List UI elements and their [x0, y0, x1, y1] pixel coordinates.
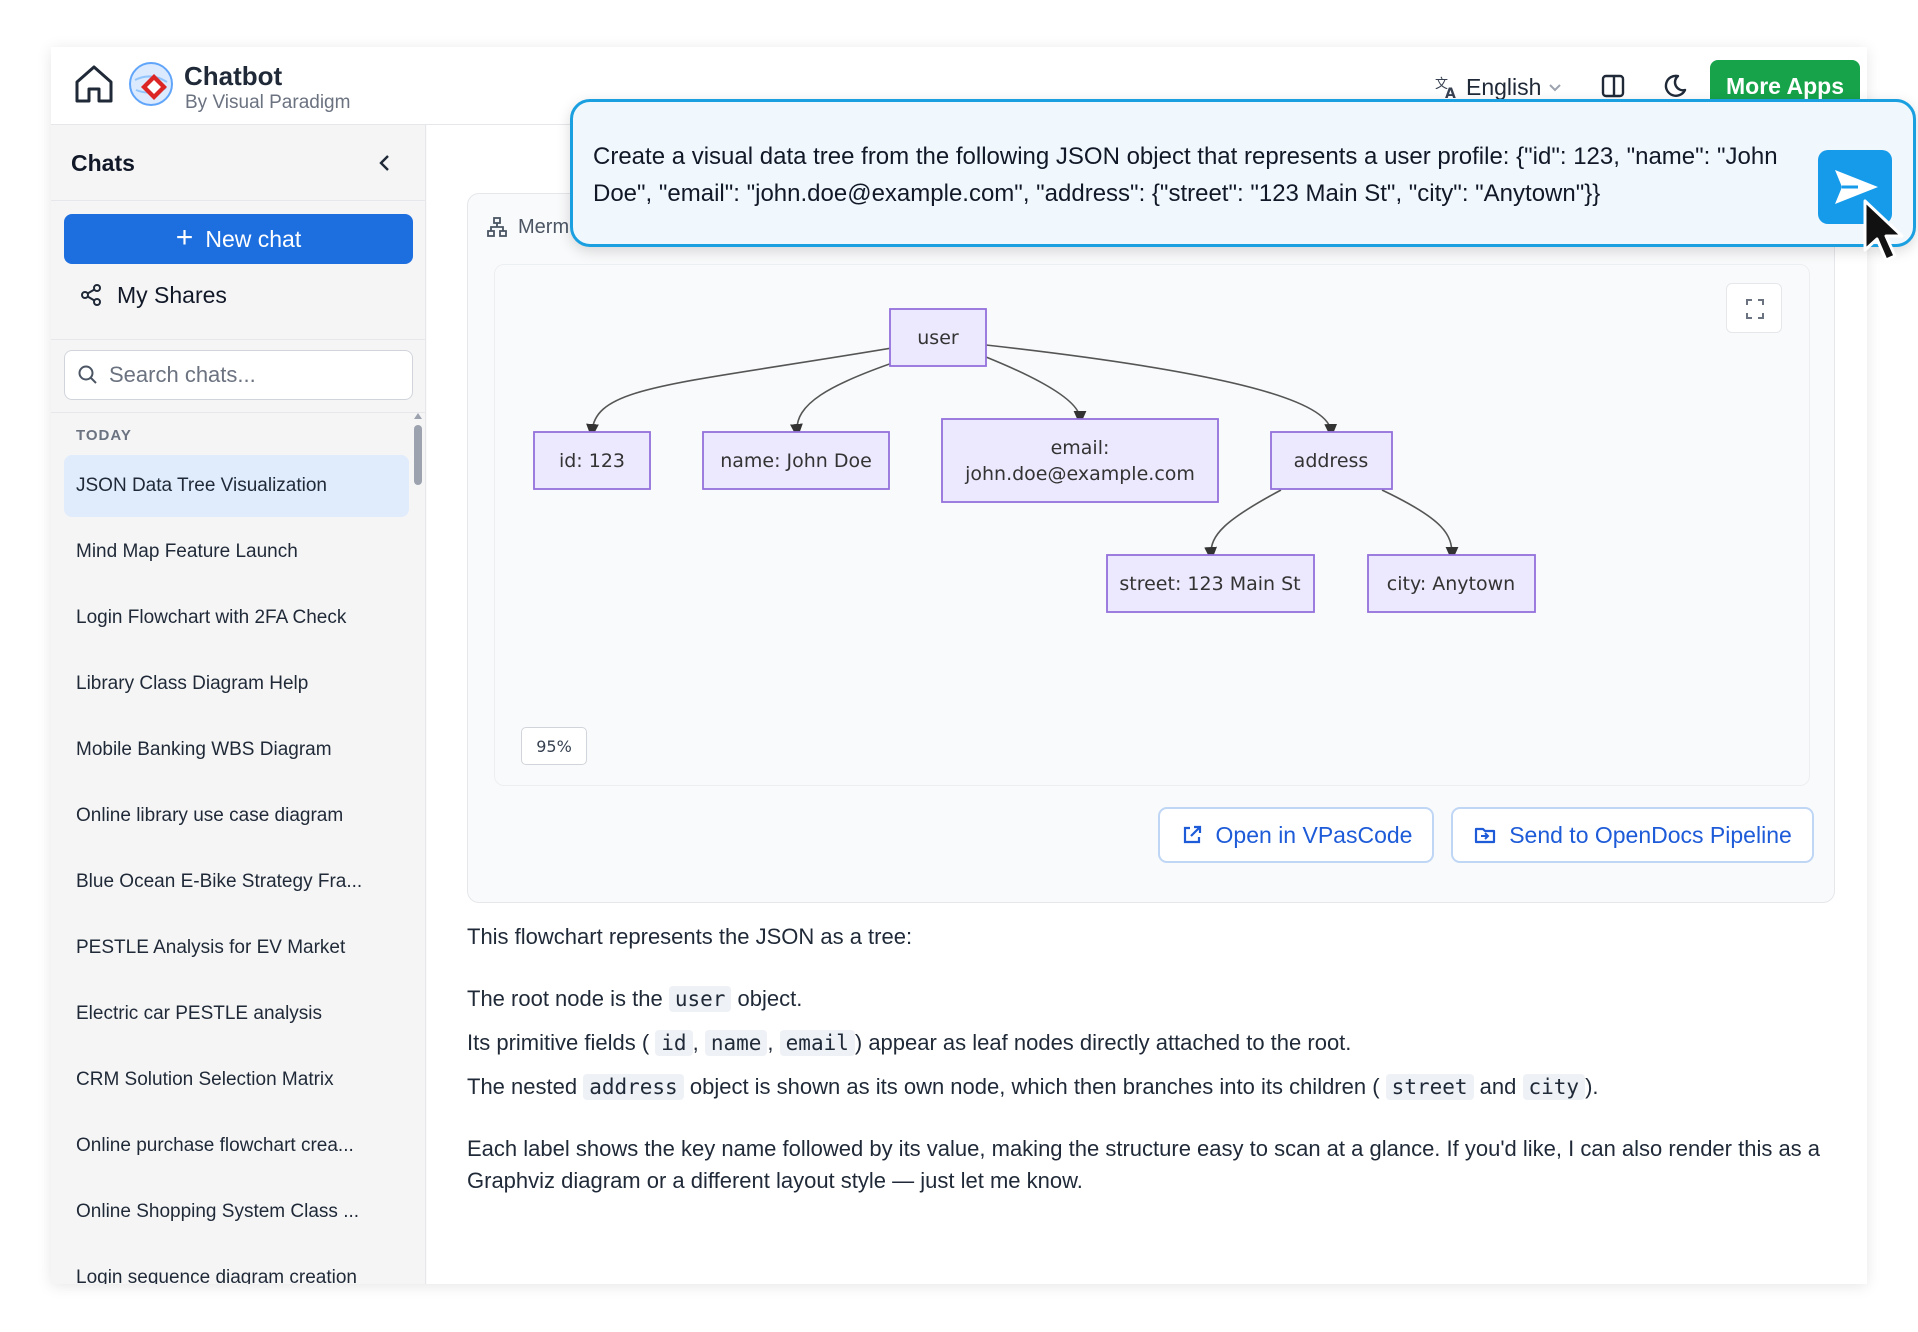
search-icon [78, 365, 97, 384]
language-label: English [1466, 73, 1542, 100]
section-label-today: TODAY [76, 427, 132, 444]
tab-label: Merm [518, 215, 570, 238]
diagram-card: Merm user id: 123 name: John Doe email: … [467, 193, 1835, 903]
edge-address-city [1381, 489, 1459, 562]
prompt-text[interactable]: Create a visual data tree from the follo… [593, 138, 1793, 212]
panel-layout-icon[interactable] [1599, 72, 1627, 100]
inline-code: name [704, 1030, 768, 1056]
chat-history-item[interactable]: CRM Solution Selection Matrix [64, 1049, 409, 1111]
sidebar-title: Chats [71, 150, 135, 176]
text: object is shown as its own node, which t… [689, 1074, 1380, 1099]
zoom-level-badge: 95% [521, 727, 587, 765]
home-icon[interactable] [71, 61, 117, 107]
chat-history-item[interactable]: Online purchase flowchart crea... [64, 1115, 409, 1177]
inline-code: user [668, 986, 732, 1012]
diagram-tree-icon [487, 217, 507, 237]
main-content: Merm user id: 123 name: John Doe email: … [427, 125, 1867, 1284]
node-street-label: street: 123 Main St [1119, 573, 1300, 595]
node-address-label: address [1294, 450, 1369, 472]
text: and [1479, 1074, 1517, 1099]
chat-history-item[interactable]: Login sequence diagram creation [64, 1247, 409, 1284]
collapse-sidebar-icon[interactable] [373, 151, 397, 175]
external-link-icon [1183, 825, 1201, 844]
edge-user-email [985, 356, 1087, 426]
chat-history-item[interactable]: Mind Map Feature Launch [64, 521, 409, 583]
inline-code: email [779, 1030, 855, 1056]
edge-user-name [790, 356, 911, 439]
edge-user-id [586, 344, 911, 439]
chat-history-item[interactable]: JSON Data Tree Visualization [64, 455, 409, 517]
chat-history-item[interactable]: Online Shopping System Class ... [64, 1181, 409, 1243]
plus-icon: + [175, 220, 194, 254]
assistant-answer: This flowchart represents the JSON as a … [467, 921, 1837, 1209]
mermaid-tab[interactable]: Merm [486, 212, 569, 242]
node-id-label: id: 123 [559, 450, 625, 472]
answer-line-nested: The nested address object is shown as it… [467, 1071, 1837, 1103]
moon-icon[interactable] [1661, 72, 1689, 100]
my-shares-link[interactable]: My Shares [79, 275, 227, 315]
inline-code: street [1385, 1074, 1474, 1100]
text: ). [1585, 1074, 1599, 1099]
send-to-opendocs-button[interactable]: Send to OpenDocs Pipeline [1451, 807, 1814, 863]
folder-send-icon [1475, 827, 1496, 844]
chat-history-list: JSON Data Tree Visualization Mind Map Fea… [64, 455, 409, 1284]
mouse-cursor-icon [1862, 198, 1906, 266]
translate-icon: 文 A [1435, 77, 1456, 100]
app-title: Chatbot [184, 61, 283, 91]
answer-line-primitives: Its primitive fields ( id, name, email) … [467, 1027, 1837, 1059]
node-user-label: user [917, 327, 959, 349]
sidebar-header: Chats [51, 125, 426, 201]
chat-sidebar: Chats + New chat My Shares Search chats.… [51, 125, 426, 1284]
json-tree-diagram: user id: 123 name: John Doe email: john.… [533, 308, 1536, 613]
share-icon [81, 284, 101, 306]
sidebar-scrollbar[interactable] [414, 425, 422, 485]
node-name-label: name: John Doe [720, 450, 872, 472]
node-email-value: john.doe@example.com [964, 463, 1195, 485]
prompt-input-box[interactable]: Create a visual data tree from the follo… [570, 99, 1916, 247]
scroll-up-arrow[interactable] [414, 413, 422, 419]
chat-history-item[interactable]: Mobile Banking WBS Diagram [64, 719, 409, 781]
text: Its primitive fields ( [467, 1030, 650, 1055]
inline-code: address [583, 1074, 684, 1100]
inline-code: id [655, 1030, 693, 1056]
edge-address-street [1204, 489, 1282, 562]
new-chat-button[interactable]: + New chat [64, 214, 413, 264]
open-vpascode-label: Open in VPasCode [1215, 821, 1413, 848]
divider [51, 339, 426, 340]
answer-intro: This flowchart represents the JSON as a … [467, 924, 913, 949]
text: The nested [467, 1074, 578, 1099]
text: , [692, 1030, 699, 1055]
divider [51, 412, 426, 413]
open-in-vpascode-button[interactable]: Open in VPasCode [1158, 807, 1434, 863]
chevron-down-icon [1549, 84, 1562, 92]
chat-history-item[interactable]: Blue Ocean E-Bike Strategy Fra... [64, 851, 409, 913]
text: ) appear as leaf nodes directly attached… [854, 1030, 1352, 1055]
send-opendocs-label: Send to OpenDocs Pipeline [1509, 821, 1792, 848]
my-shares-label: My Shares [117, 281, 227, 308]
answer-line-root: The root node is the user object. [467, 983, 1837, 1015]
node-email [941, 418, 1219, 503]
search-box[interactable] [64, 350, 413, 400]
chat-history-item[interactable]: Online library use case diagram [64, 785, 409, 847]
inline-code: city [1522, 1074, 1586, 1100]
app-subtitle: By Visual Paradigm [185, 92, 351, 113]
text: , [767, 1030, 774, 1055]
search-input[interactable] [109, 362, 399, 388]
text: The root node is the [467, 986, 663, 1011]
node-city-label: city: Anytown [1387, 573, 1515, 595]
chat-history-item[interactable]: Login Flowchart with 2FA Check [64, 587, 409, 649]
chat-history-item[interactable]: Electric car PESTLE analysis [64, 983, 409, 1045]
chat-history-item[interactable]: PESTLE Analysis for EV Market [64, 917, 409, 979]
new-chat-label: New chat [205, 225, 302, 252]
text: object. [737, 986, 803, 1011]
node-email-label: email: [1051, 437, 1110, 459]
diagram-canvas[interactable]: user id: 123 name: John Doe email: john.… [494, 264, 1810, 786]
visual-paradigm-logo-icon [127, 60, 175, 108]
chat-history-item[interactable]: Library Class Diagram Help [64, 653, 409, 715]
answer-outro: Each label shows the key name followed b… [467, 1136, 1821, 1193]
svg-text:A: A [1445, 86, 1456, 100]
